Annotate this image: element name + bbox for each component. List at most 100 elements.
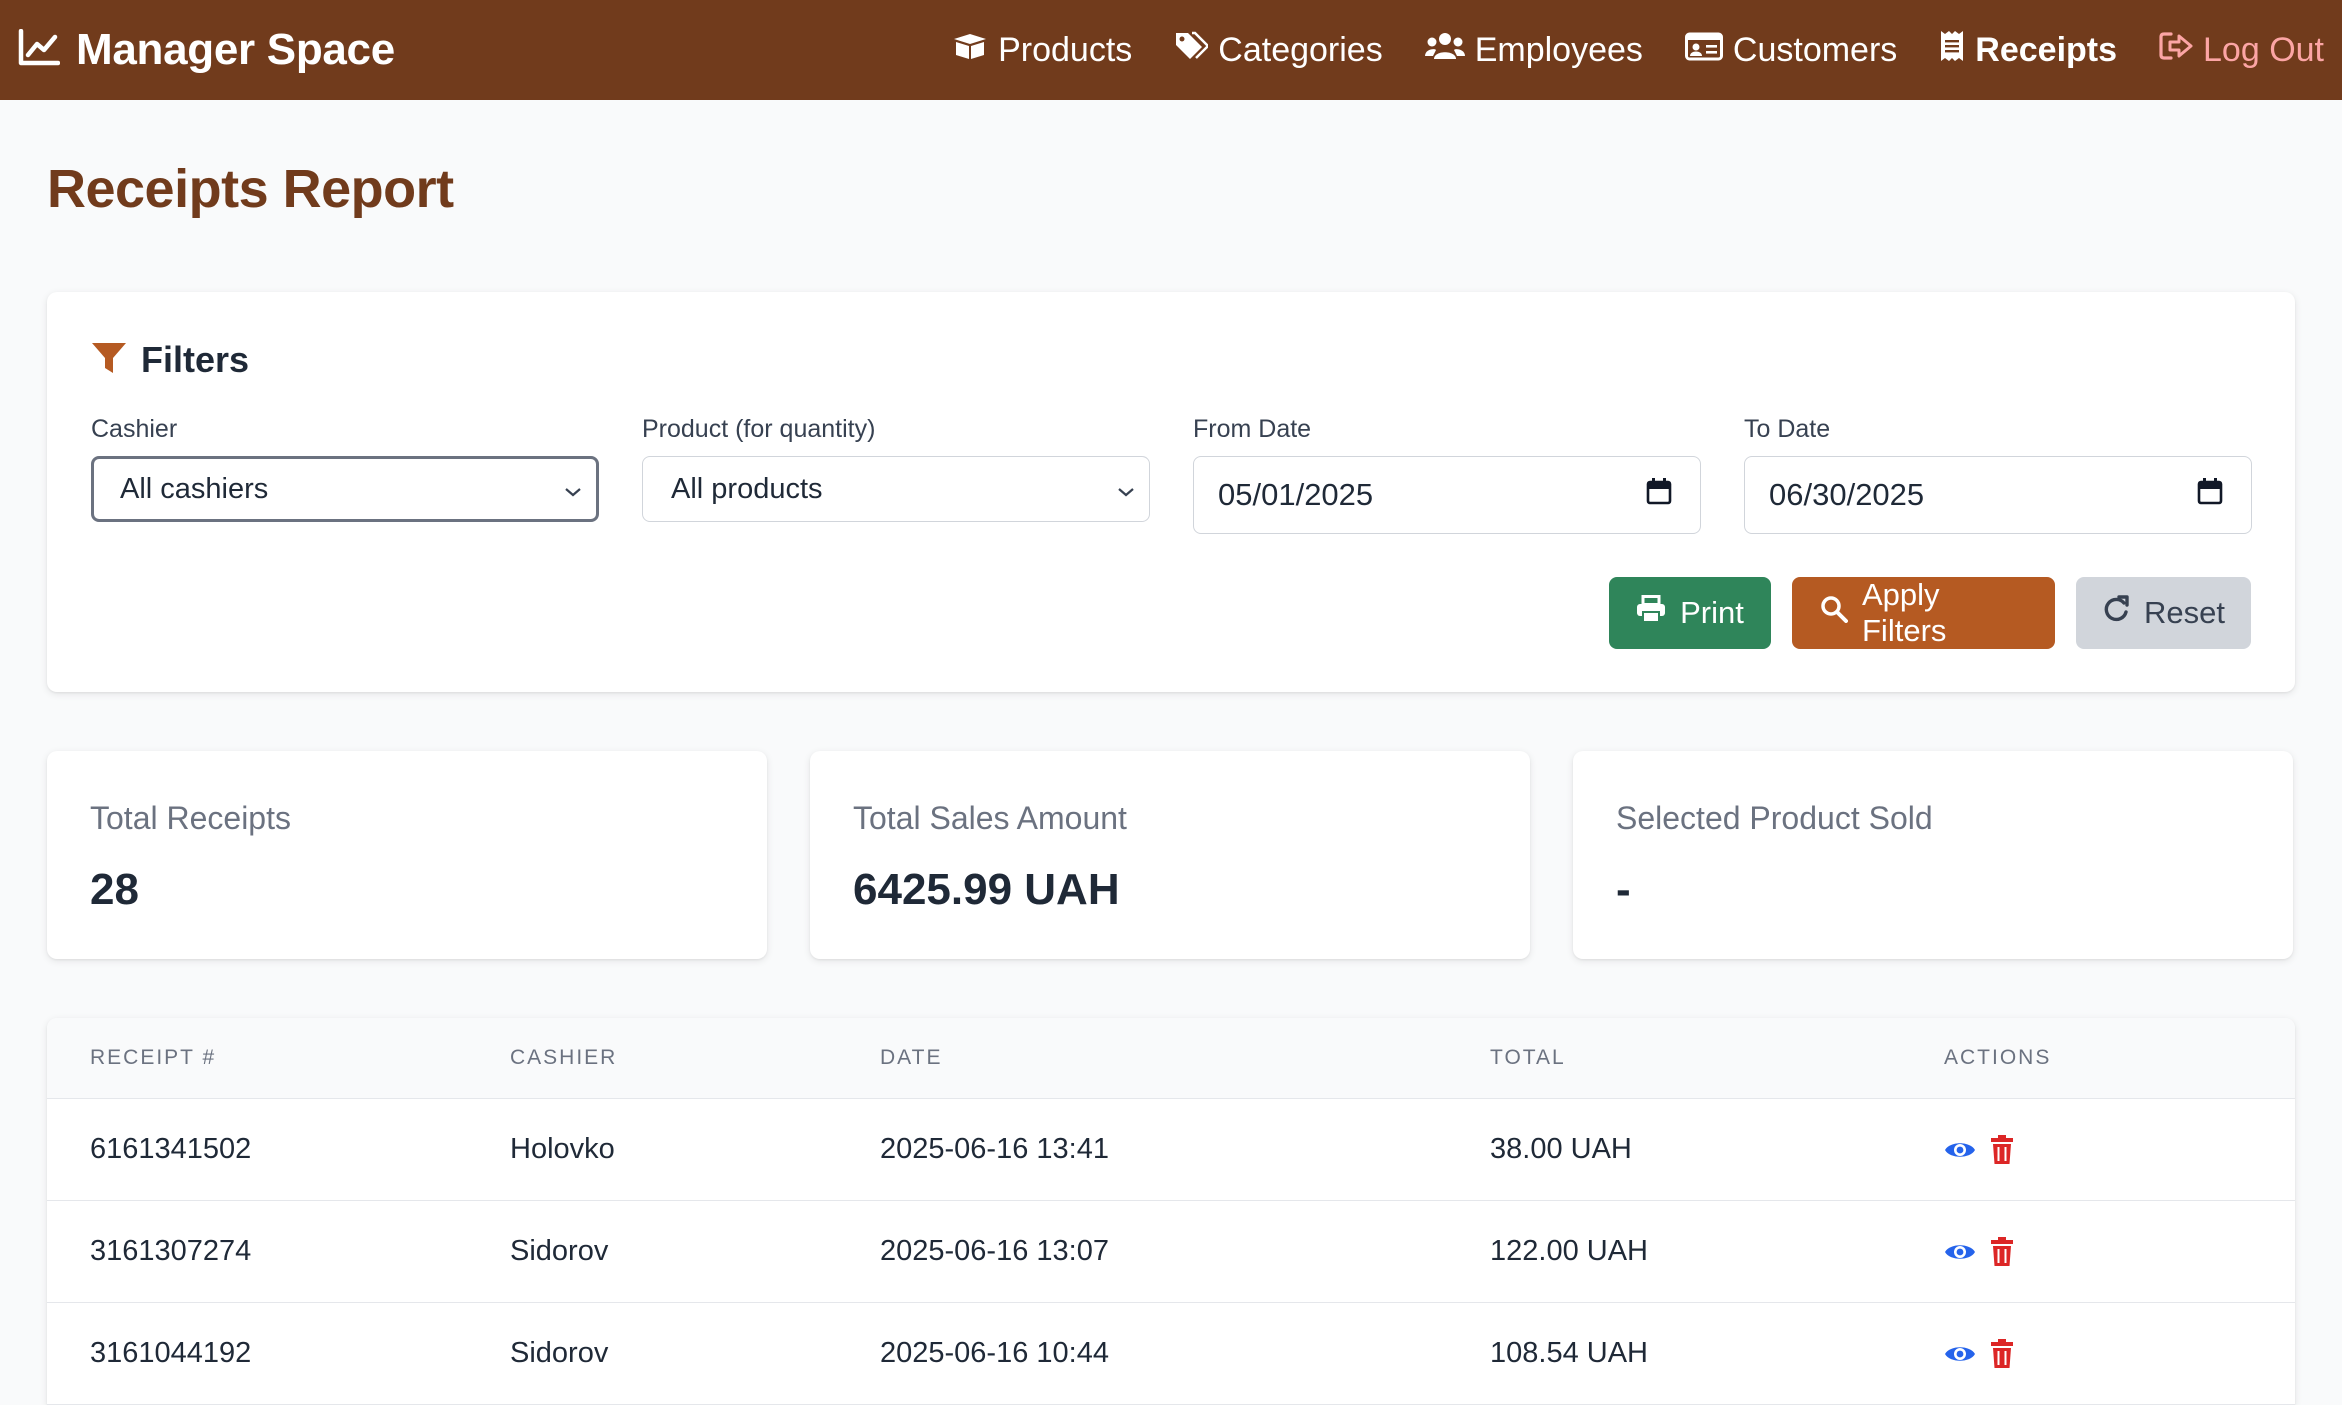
apply-filters-button[interactable]: Apply Filters — [1792, 577, 2055, 649]
nav-customers[interactable]: Customers — [1684, 30, 1898, 70]
header-receipt[interactable]: RECEIPT # — [47, 1046, 510, 1070]
filters-title: Filters — [141, 339, 250, 380]
chevron-down-icon — [564, 473, 582, 506]
apply-filters-label: Apply Filters — [1862, 577, 1947, 648]
top-navbar: Manager Space Products Categories Employ… — [0, 0, 2342, 100]
cell-date: 2025-06-16 13:41 — [880, 1133, 1109, 1165]
tags-icon — [1174, 31, 1211, 70]
to-date-input[interactable]: 06/30/2025 — [1744, 456, 2252, 534]
nav-products[interactable]: Products — [952, 31, 1132, 70]
calendar-icon[interactable] — [1646, 477, 1672, 513]
receipt-icon — [1939, 30, 1965, 71]
to-date-label: To Date — [1744, 415, 1831, 443]
nav-links: Products Categories Employees Customers … — [952, 30, 2324, 71]
stat-total-receipts: Total Receipts 28 — [47, 751, 767, 959]
nav-logout[interactable]: Log Out — [2159, 31, 2324, 70]
logout-icon — [2159, 31, 2193, 70]
cell-total: 108.54 UAH — [1490, 1337, 1648, 1369]
stat-label: Total Receipts — [90, 800, 291, 836]
trash-icon[interactable] — [1990, 1236, 2014, 1267]
header-actions: ACTIONS — [1944, 1046, 2052, 1069]
trash-icon[interactable] — [1990, 1134, 2014, 1165]
rotate-icon — [2102, 595, 2130, 631]
eye-icon[interactable] — [1944, 1138, 1976, 1162]
table-row[interactable]: 3161044192 Sidorov 2025-06-16 10:44 108.… — [47, 1303, 2295, 1405]
product-select-value: All products — [671, 472, 823, 505]
cashier-filter: Cashier All cashiers — [91, 414, 599, 534]
trash-icon[interactable] — [1990, 1338, 2014, 1369]
eye-icon[interactable] — [1944, 1240, 1976, 1264]
main-content: Receipts Report Filters Cashier All cash… — [0, 100, 2342, 1405]
filters-card: Filters Cashier All cashiers Product (fo… — [47, 292, 2295, 692]
to-date-filter: To Date 06/30/2025 — [1744, 414, 2252, 534]
cell-receipt: 3161044192 — [90, 1337, 252, 1369]
stat-label: Total Sales Amount — [853, 800, 1127, 836]
cashier-select[interactable]: All cashiers — [91, 456, 599, 522]
stat-value: 28 — [90, 865, 139, 914]
product-label: Product (for quantity) — [642, 415, 876, 443]
product-select[interactable]: All products — [642, 456, 1150, 522]
from-date-input[interactable]: 05/01/2025 — [1193, 456, 1701, 534]
nav-products-label: Products — [998, 30, 1133, 69]
calendar-icon[interactable] — [2197, 477, 2223, 513]
filter-fields: Cashier All cashiers Product (for quanti… — [91, 414, 2252, 534]
cell-cashier: Sidorov — [510, 1337, 609, 1369]
stat-total-sales: Total Sales Amount 6425.99 UAH — [810, 751, 1530, 959]
stat-product-sold: Selected Product Sold - — [1573, 751, 2293, 959]
from-date-filter: From Date 05/01/2025 — [1193, 414, 1701, 534]
print-label: Print — [1680, 595, 1744, 630]
stat-value: 6425.99 UAH — [853, 865, 1120, 914]
box-icon — [952, 31, 988, 70]
nav-customers-label: Customers — [1732, 30, 1898, 69]
cell-actions — [1944, 1236, 2295, 1267]
cell-receipt: 3161307274 — [90, 1235, 252, 1267]
reset-label: Reset — [2144, 595, 2225, 630]
eye-icon[interactable] — [1944, 1342, 1976, 1366]
nav-employees[interactable]: Employees — [1424, 30, 1643, 70]
stat-value: - — [1616, 865, 1631, 914]
product-filter: Product (for quantity) All products — [642, 414, 1150, 534]
from-date-label: From Date — [1193, 415, 1312, 443]
nav-employees-label: Employees — [1474, 30, 1643, 69]
reset-button[interactable]: Reset — [2076, 577, 2251, 649]
nav-categories-label: Categories — [1218, 30, 1383, 69]
cashier-label: Cashier — [91, 415, 178, 443]
cell-total: 122.00 UAH — [1490, 1235, 1648, 1267]
table-row[interactable]: 3161307274 Sidorov 2025-06-16 13:07 122.… — [47, 1201, 2295, 1303]
stats-row: Total Receipts 28 Total Sales Amount 642… — [47, 751, 2295, 959]
nav-receipts[interactable]: Receipts — [1939, 30, 2117, 71]
cell-actions — [1944, 1338, 2295, 1369]
funnel-icon — [91, 341, 127, 380]
table-header: RECEIPT # CASHIER DATE TOTAL ACTIONS — [47, 1018, 2295, 1099]
cell-date: 2025-06-16 13:07 — [880, 1235, 1109, 1267]
cell-cashier: Holovko — [510, 1133, 615, 1165]
chevron-down-icon — [1117, 473, 1135, 506]
cell-cashier: Sidorov — [510, 1235, 609, 1267]
filter-actions: Print Apply Filters Reset — [1609, 577, 2251, 649]
cell-date: 2025-06-16 10:44 — [880, 1337, 1109, 1369]
header-cashier[interactable]: CASHIER — [510, 1046, 880, 1070]
id-card-icon — [1684, 31, 1723, 70]
nav-logout-label: Log Out — [2203, 30, 2324, 69]
header-date[interactable]: DATE — [880, 1046, 1490, 1070]
receipts-table: RECEIPT # CASHIER DATE TOTAL ACTIONS 616… — [47, 1018, 2295, 1405]
users-icon — [1424, 31, 1465, 70]
header-total[interactable]: TOTAL — [1490, 1046, 1944, 1070]
cell-total: 38.00 UAH — [1490, 1133, 1632, 1165]
search-icon — [1820, 595, 1848, 631]
print-button[interactable]: Print — [1609, 577, 1771, 649]
cell-actions — [1944, 1134, 2295, 1165]
to-date-value: 06/30/2025 — [1769, 477, 1925, 512]
chart-line-icon — [18, 28, 61, 72]
nav-categories[interactable]: Categories — [1174, 30, 1383, 70]
app-title: Manager Space — [76, 25, 395, 74]
table-row[interactable]: 6161341502 Holovko 2025-06-16 13:41 38.0… — [47, 1099, 2295, 1201]
from-date-value: 05/01/2025 — [1218, 477, 1374, 512]
cashier-select-value: All cashiers — [120, 472, 269, 505]
page-title: Receipts Report — [47, 159, 454, 219]
filters-header: Filters — [91, 338, 2251, 382]
cell-receipt: 6161341502 — [90, 1133, 252, 1165]
brand[interactable]: Manager Space — [18, 25, 395, 75]
printer-icon — [1636, 595, 1666, 631]
stat-label: Selected Product Sold — [1616, 800, 1933, 836]
